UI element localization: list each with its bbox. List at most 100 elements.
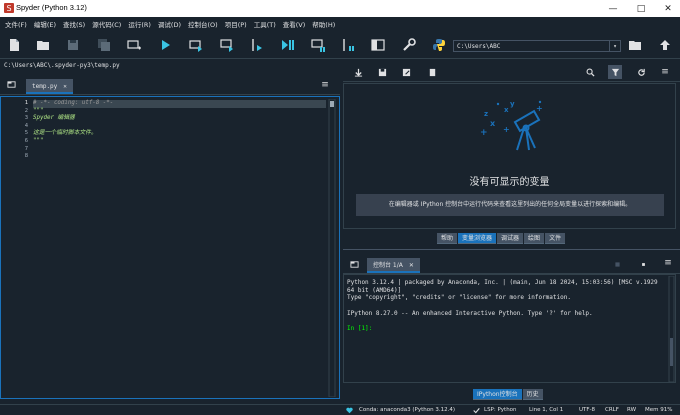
lsp-status[interactable]: LSP: Python bbox=[484, 407, 517, 413]
save-data-as-icon[interactable] bbox=[399, 65, 413, 79]
close-tab-icon[interactable]: ✕ bbox=[409, 262, 414, 269]
close-tab-icon[interactable]: ✕ bbox=[63, 83, 67, 90]
svg-text:x: x bbox=[504, 106, 509, 114]
console-scrollbar[interactable] bbox=[668, 276, 675, 382]
stop-kernel-icon[interactable] bbox=[636, 257, 650, 271]
menu-search[interactable]: 查找(S) bbox=[61, 19, 90, 29]
editor-file-path: C:\Users\ABC\.spyder-py3\temp.py bbox=[0, 60, 340, 71]
check-icon bbox=[473, 408, 480, 414]
remove-all-variables-icon[interactable] bbox=[425, 65, 439, 79]
line-number: 5 bbox=[24, 130, 28, 137]
interrupt-kernel-icon[interactable] bbox=[610, 257, 624, 271]
code-line: """ bbox=[33, 137, 44, 144]
code-text[interactable]: # -*- coding: utf-8 -*- """ Spyder 编辑器 这… bbox=[33, 100, 333, 161]
minimize-icon[interactable]: — bbox=[602, 0, 624, 17]
menu-consoles[interactable]: 控制台(O) bbox=[186, 19, 223, 29]
code-line: Spyder 编辑器 bbox=[33, 115, 75, 122]
console-line: Type "copyright", "credits" or "license"… bbox=[347, 294, 571, 302]
conda-env-status[interactable]: Conda: anaconda3 (Python 3.12.4) bbox=[359, 407, 455, 413]
right-pane-tabs: 帮助 变量浏览器 调试器 绘图 文件 bbox=[437, 233, 566, 244]
tab-ipython-console[interactable]: IPython控制台 bbox=[473, 389, 522, 400]
python-path-icon[interactable] bbox=[430, 37, 448, 53]
pane-splitter[interactable] bbox=[343, 249, 680, 250]
menu-source[interactable]: 源代码(C) bbox=[90, 19, 126, 29]
tab-history[interactable]: 历史 bbox=[522, 389, 543, 400]
cursor-position: Line 1, Col 1 bbox=[529, 407, 564, 413]
debug-icon[interactable] bbox=[279, 37, 297, 53]
console-tab[interactable]: 控制台 1/A ✕ bbox=[367, 258, 420, 273]
save-all-icon[interactable] bbox=[95, 37, 113, 53]
close-icon[interactable]: ✕ bbox=[657, 0, 679, 17]
run-icon[interactable] bbox=[156, 37, 174, 53]
tab-files[interactable]: 文件 bbox=[545, 233, 566, 244]
menu-tools[interactable]: 工具(T) bbox=[252, 19, 281, 29]
preferences-wrench-icon[interactable] bbox=[400, 37, 418, 53]
svg-text:x: x bbox=[490, 119, 496, 128]
svg-text:S: S bbox=[6, 4, 11, 13]
menu-run[interactable]: 运行(R) bbox=[126, 19, 156, 29]
refresh-icon[interactable] bbox=[634, 65, 648, 79]
console-line: IPython 8.27.0 -- An enhanced Interactiv… bbox=[347, 309, 593, 317]
console-line: Python 3.12.4 | packaged by Anaconda, In… bbox=[347, 279, 662, 294]
debug-selection-icon[interactable] bbox=[340, 37, 358, 53]
file-encoding: UTF-8 bbox=[579, 407, 596, 413]
new-file-icon[interactable] bbox=[5, 37, 23, 53]
browse-tabs-icon[interactable] bbox=[4, 77, 18, 91]
run-selection-icon[interactable] bbox=[248, 37, 266, 53]
heart-icon[interactable] bbox=[346, 407, 353, 414]
editor-tab-temp-py[interactable]: temp.py ✕ bbox=[26, 79, 73, 94]
open-file-icon[interactable] bbox=[34, 37, 52, 53]
menu-bar: 文件(F) 编辑(E) 查找(S) 源代码(C) 运行(R) 调试(D) 控制台… bbox=[0, 17, 680, 30]
end-of-line: CRLF bbox=[605, 407, 619, 413]
line-number: 8 bbox=[24, 153, 28, 160]
variable-explorer-toolbar: ≡ bbox=[343, 60, 680, 82]
svg-text:+: + bbox=[503, 125, 510, 134]
import-data-icon[interactable] bbox=[351, 65, 365, 79]
options-menu-icon[interactable]: ≡ bbox=[661, 256, 675, 270]
menu-edit[interactable]: 编辑(E) bbox=[32, 19, 61, 29]
editor-tab-bar: temp.py ✕ ≡ bbox=[0, 73, 340, 95]
svg-text:z: z bbox=[484, 110, 488, 118]
tab-variable-explorer[interactable]: 变量浏览器 bbox=[458, 233, 497, 244]
line-number: 7 bbox=[24, 145, 28, 152]
options-menu-icon[interactable]: ≡ bbox=[658, 65, 672, 79]
run-cell-advance-icon[interactable] bbox=[218, 37, 236, 53]
title-bar: S Spyder (Python 3.12) — □ ✕ bbox=[0, 0, 680, 17]
tab-help[interactable]: 帮助 bbox=[437, 233, 458, 244]
menu-projects[interactable]: 项目(P) bbox=[223, 19, 252, 29]
tab-plots[interactable]: 绘图 bbox=[524, 233, 545, 244]
line-number: 3 bbox=[24, 115, 28, 122]
working-directory-value: C:\Users\ABC bbox=[457, 43, 501, 50]
parent-folder-up-icon[interactable] bbox=[656, 37, 674, 53]
search-icon[interactable] bbox=[583, 65, 597, 79]
working-directory-combo[interactable]: C:\Users\ABC ▾ bbox=[453, 40, 621, 52]
browse-folder-icon[interactable] bbox=[626, 37, 644, 53]
line-number: 1 bbox=[24, 100, 28, 106]
filter-icon[interactable] bbox=[608, 65, 622, 79]
editor-scrollbar[interactable] bbox=[328, 99, 336, 397]
maximize-icon[interactable]: □ bbox=[630, 0, 652, 17]
console-prompt[interactable]: In [1]: bbox=[347, 325, 665, 333]
maximize-pane-icon[interactable] bbox=[369, 37, 387, 53]
file-permissions: RW bbox=[627, 407, 637, 413]
tab-debugger[interactable]: 调试器 bbox=[497, 233, 524, 244]
browse-tabs-icon[interactable] bbox=[347, 257, 361, 271]
save-data-icon[interactable] bbox=[375, 65, 389, 79]
debug-cell-icon[interactable] bbox=[309, 37, 327, 53]
svg-text:+: + bbox=[480, 128, 488, 138]
save-file-icon[interactable] bbox=[64, 37, 82, 53]
menu-file[interactable]: 文件(F) bbox=[3, 19, 32, 29]
run-cell-icon[interactable] bbox=[187, 37, 205, 53]
svg-text:y: y bbox=[510, 100, 515, 108]
line-number: 2 bbox=[24, 107, 28, 114]
menu-help[interactable]: 帮助(H) bbox=[310, 19, 340, 29]
console-output[interactable]: Python 3.12.4 | packaged by Anaconda, In… bbox=[347, 279, 665, 333]
options-menu-icon[interactable]: ≡ bbox=[318, 78, 332, 92]
chevron-down-icon[interactable]: ▾ bbox=[609, 41, 620, 51]
menu-view[interactable]: 查看(V) bbox=[281, 19, 311, 29]
create-cell-icon[interactable] bbox=[125, 37, 143, 53]
menu-debug[interactable]: 调试(D) bbox=[156, 19, 186, 29]
